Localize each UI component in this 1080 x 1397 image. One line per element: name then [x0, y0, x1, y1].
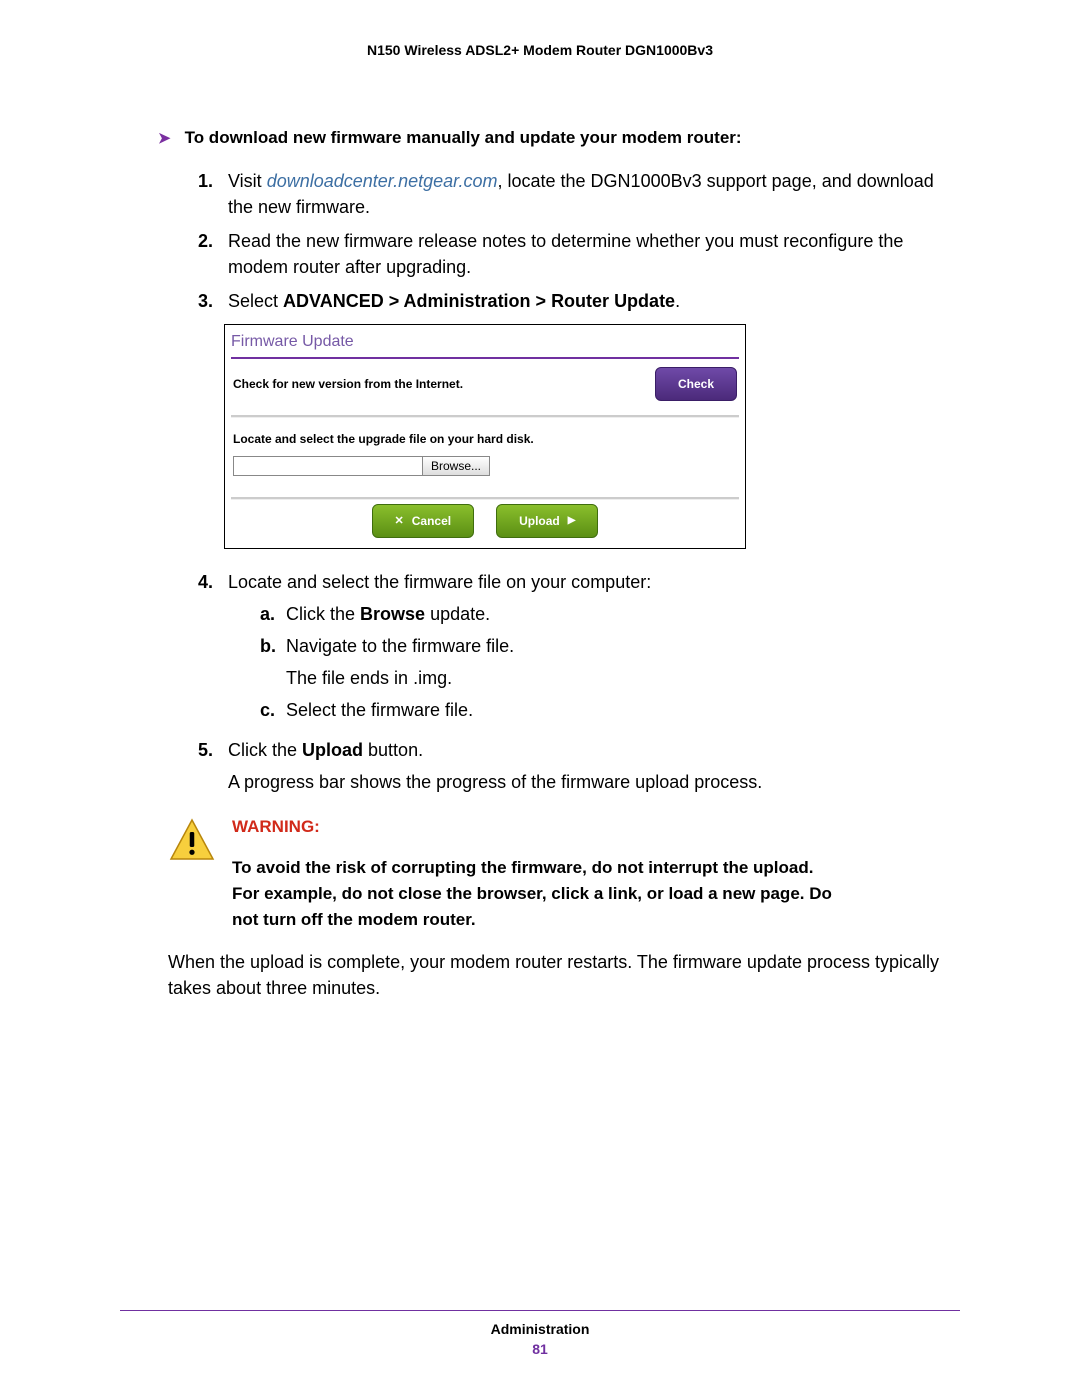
step-number: 1.: [198, 168, 222, 220]
step-5: 5. Click the Upload button. A progress b…: [198, 737, 960, 795]
closing-paragraph: When the upload is complete, your modem …: [168, 949, 960, 1001]
substep-text: update.: [425, 604, 490, 624]
step-number: 5.: [198, 737, 222, 795]
bullet-arrow-icon: ➤: [158, 128, 171, 150]
substep-b: b. Navigate to the firmware file. The fi…: [260, 633, 960, 691]
cancel-button[interactable]: ✕ Cancel: [372, 504, 475, 538]
substep-letter: c.: [260, 697, 286, 723]
step-number: 3.: [198, 288, 222, 561]
step-followup: A progress bar shows the progress of the…: [228, 769, 960, 795]
menu-path: ADVANCED > Administration > Router Updat…: [283, 291, 675, 311]
upload-button[interactable]: Upload ▶: [496, 504, 598, 538]
step-text: Locate and select the firmware file on y…: [228, 569, 960, 595]
step-4: 4. Locate and select the firmware file o…: [198, 569, 960, 729]
close-icon: ✕: [395, 508, 404, 534]
substep-text: Navigate to the firmware file.: [286, 636, 514, 656]
step-3: 3. Select ADVANCED > Administration > Ro…: [198, 288, 960, 561]
substep-note: The file ends in .img.: [286, 665, 960, 691]
step-number: 4.: [198, 569, 222, 729]
procedure-heading: ➤ To download new firmware manually and …: [158, 128, 960, 150]
warning-title: WARNING:: [232, 817, 960, 837]
step-2: 2. Read the new firmware release notes t…: [198, 228, 960, 280]
footer-section-title: Administration: [120, 1321, 960, 1337]
page-number: 81: [120, 1341, 960, 1357]
step-text: Read the new firmware release notes to d…: [228, 228, 960, 280]
check-version-label: Check for new version from the Internet.: [233, 371, 463, 397]
screenshot-title: Firmware Update: [225, 325, 745, 357]
substep-a: a. Click the Browse update.: [260, 601, 960, 627]
ui-label: Browse: [360, 604, 425, 624]
arrow-right-icon: ▶: [568, 508, 576, 534]
check-button[interactable]: Check: [655, 367, 737, 401]
step-text: button.: [363, 740, 423, 760]
substep-letter: b.: [260, 633, 286, 691]
warning-body: To avoid the risk of corrupting the firm…: [232, 855, 842, 933]
file-path-input[interactable]: [233, 456, 423, 476]
step-text: Visit: [228, 171, 267, 191]
button-label: Upload: [519, 508, 560, 534]
page-footer: Administration 81: [120, 1310, 960, 1357]
download-link[interactable]: downloadcenter.netgear.com: [267, 171, 498, 191]
warning-block: WARNING: To avoid the risk of corrupting…: [168, 817, 960, 933]
step-text: Click the: [228, 740, 302, 760]
substep-c: c. Select the firmware file.: [260, 697, 960, 723]
heading-text: To download new firmware manually and up…: [185, 128, 742, 150]
substep-text: Click the: [286, 604, 360, 624]
locate-file-label: Locate and select the upgrade file on yo…: [233, 426, 737, 452]
document-header: N150 Wireless ADSL2+ Modem Router DGN100…: [120, 42, 960, 58]
step-text: .: [675, 291, 680, 311]
browse-button[interactable]: Browse...: [422, 456, 490, 476]
step-number: 2.: [198, 228, 222, 280]
warning-icon: [168, 817, 216, 865]
step-1: 1. Visit downloadcenter.netgear.com, loc…: [198, 168, 960, 220]
firmware-update-screenshot: Firmware Update Check for new version fr…: [224, 324, 746, 549]
substep-text: Select the firmware file.: [286, 697, 960, 723]
ui-label: Upload: [302, 740, 363, 760]
button-label: Cancel: [412, 508, 451, 534]
step-text: Select: [228, 291, 283, 311]
substep-letter: a.: [260, 601, 286, 627]
